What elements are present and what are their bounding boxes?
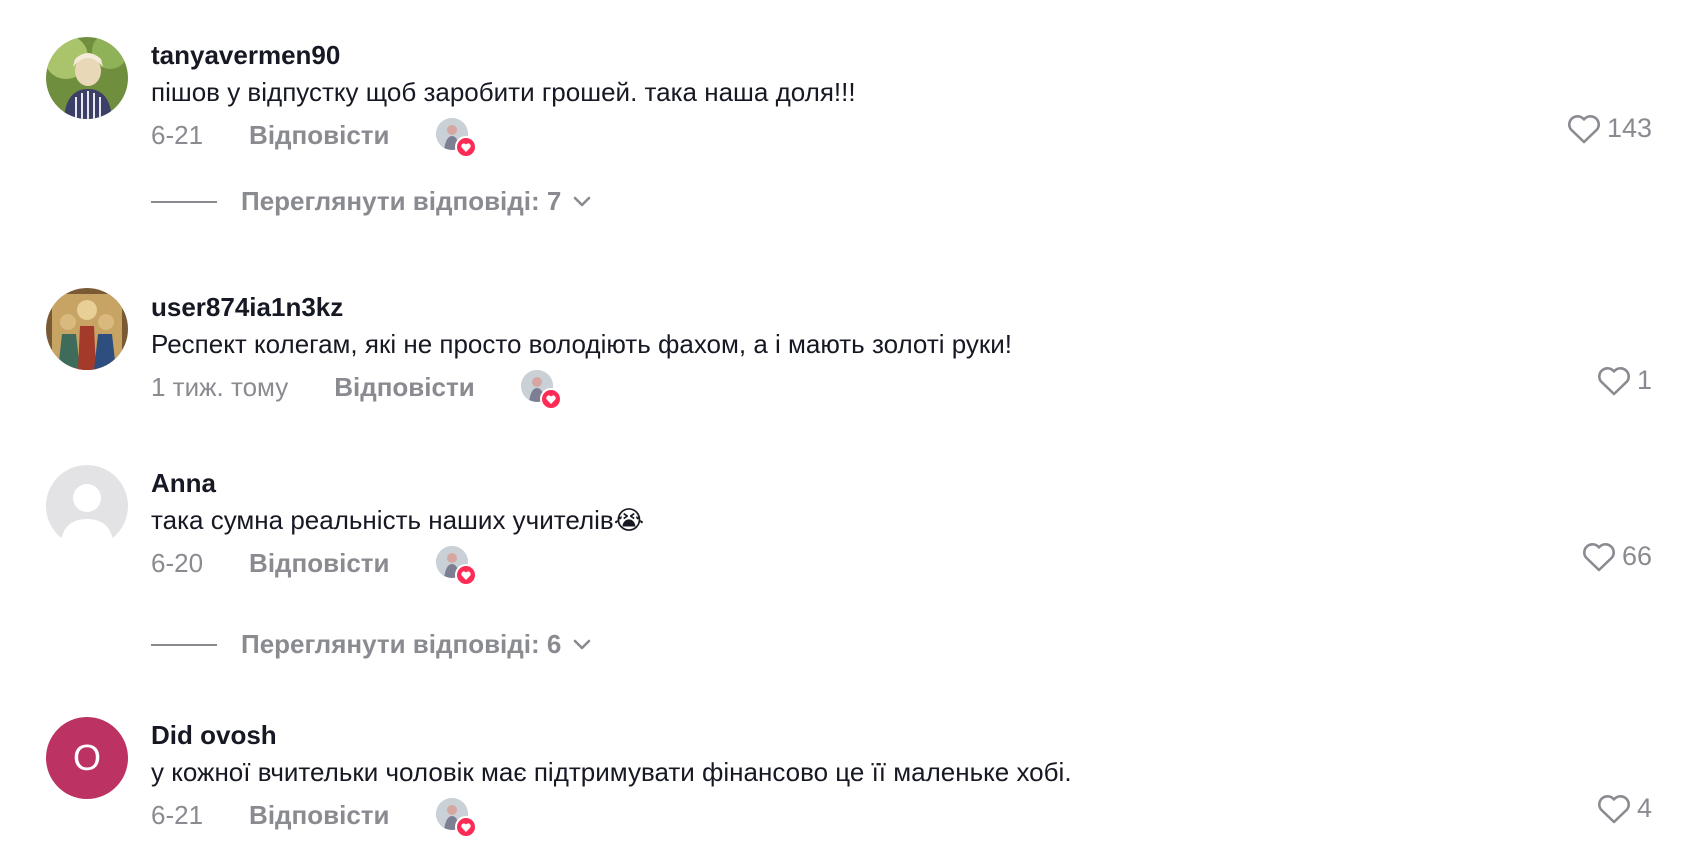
like-count: 4 bbox=[1636, 793, 1652, 823]
letter-avatar[interactable]: O bbox=[46, 717, 128, 799]
comment-username[interactable]: Anna bbox=[151, 468, 216, 499]
heart-outline-icon bbox=[1567, 114, 1600, 143]
reply-button[interactable]: Відповісти bbox=[334, 372, 474, 403]
comment-meta: 6-20 Відповісти bbox=[151, 543, 477, 586]
view-replies-label: Переглянути відповіді: 7 bbox=[241, 186, 562, 216]
heart-icon bbox=[454, 136, 477, 158]
comment-meta: 6-21 Відповісти bbox=[151, 115, 477, 158]
creator-liked-badge bbox=[435, 798, 477, 838]
comment-meta: 1 тиж. тому Відповісти bbox=[151, 367, 562, 410]
like-count: 1 bbox=[1636, 365, 1652, 395]
view-replies-button[interactable]: Переглянути відповіді: 7 bbox=[151, 186, 591, 217]
comment-text: пішов у відпустку щоб заробити грошей. т… bbox=[151, 77, 856, 107]
heart-outline-icon bbox=[1597, 366, 1630, 395]
view-replies-button[interactable]: Переглянути відповіді: 6 bbox=[151, 629, 591, 660]
avatar-letter: O bbox=[72, 737, 101, 778]
comment-username[interactable]: Did ovosh bbox=[151, 720, 277, 751]
heart-icon bbox=[539, 388, 562, 410]
heart-icon bbox=[454, 564, 477, 586]
avatar[interactable] bbox=[46, 37, 128, 119]
like-button[interactable]: 143 bbox=[1567, 113, 1652, 144]
creator-liked-badge bbox=[520, 370, 562, 410]
chevron-down-icon bbox=[574, 639, 591, 649]
heart-outline-icon bbox=[1597, 794, 1630, 823]
chevron-down-icon bbox=[574, 196, 591, 206]
comment-text: Респект колегам, які не просто володіють… bbox=[151, 329, 1013, 359]
default-avatar-icon[interactable] bbox=[46, 465, 128, 547]
avatar[interactable] bbox=[46, 288, 128, 370]
comment-date: 6-21 bbox=[151, 119, 204, 150]
like-button[interactable]: 4 bbox=[1597, 793, 1652, 824]
like-button[interactable]: 66 bbox=[1582, 541, 1652, 572]
heart-outline-icon bbox=[1582, 542, 1615, 571]
comment-text: у кожної вчительки чоловік має підтримув… bbox=[151, 757, 1072, 787]
comment-text: така сумна реальність наших учителів😭 bbox=[151, 505, 645, 535]
comment-date: 6-21 bbox=[151, 799, 204, 830]
heart-icon bbox=[454, 816, 477, 838]
like-count: 143 bbox=[1606, 113, 1652, 143]
like-count: 66 bbox=[1621, 541, 1652, 571]
comment-meta: 6-21 Відповісти bbox=[151, 795, 477, 838]
comment-username[interactable]: user874ia1n3kz bbox=[151, 292, 343, 323]
like-button[interactable]: 1 bbox=[1597, 365, 1652, 396]
creator-liked-badge bbox=[435, 546, 477, 586]
comment-username[interactable]: tanyavermen90 bbox=[151, 40, 340, 71]
creator-liked-badge bbox=[435, 118, 477, 158]
reply-button[interactable]: Відповісти bbox=[249, 120, 389, 151]
comment-date: 6-20 bbox=[151, 547, 204, 578]
reply-button[interactable]: Відповісти bbox=[249, 800, 389, 831]
comment-date: 1 тиж. тому bbox=[151, 371, 289, 402]
divider-line bbox=[151, 643, 217, 646]
reply-button[interactable]: Відповісти bbox=[249, 548, 389, 579]
view-replies-label: Переглянути відповіді: 6 bbox=[241, 629, 562, 659]
divider-line bbox=[151, 200, 217, 203]
